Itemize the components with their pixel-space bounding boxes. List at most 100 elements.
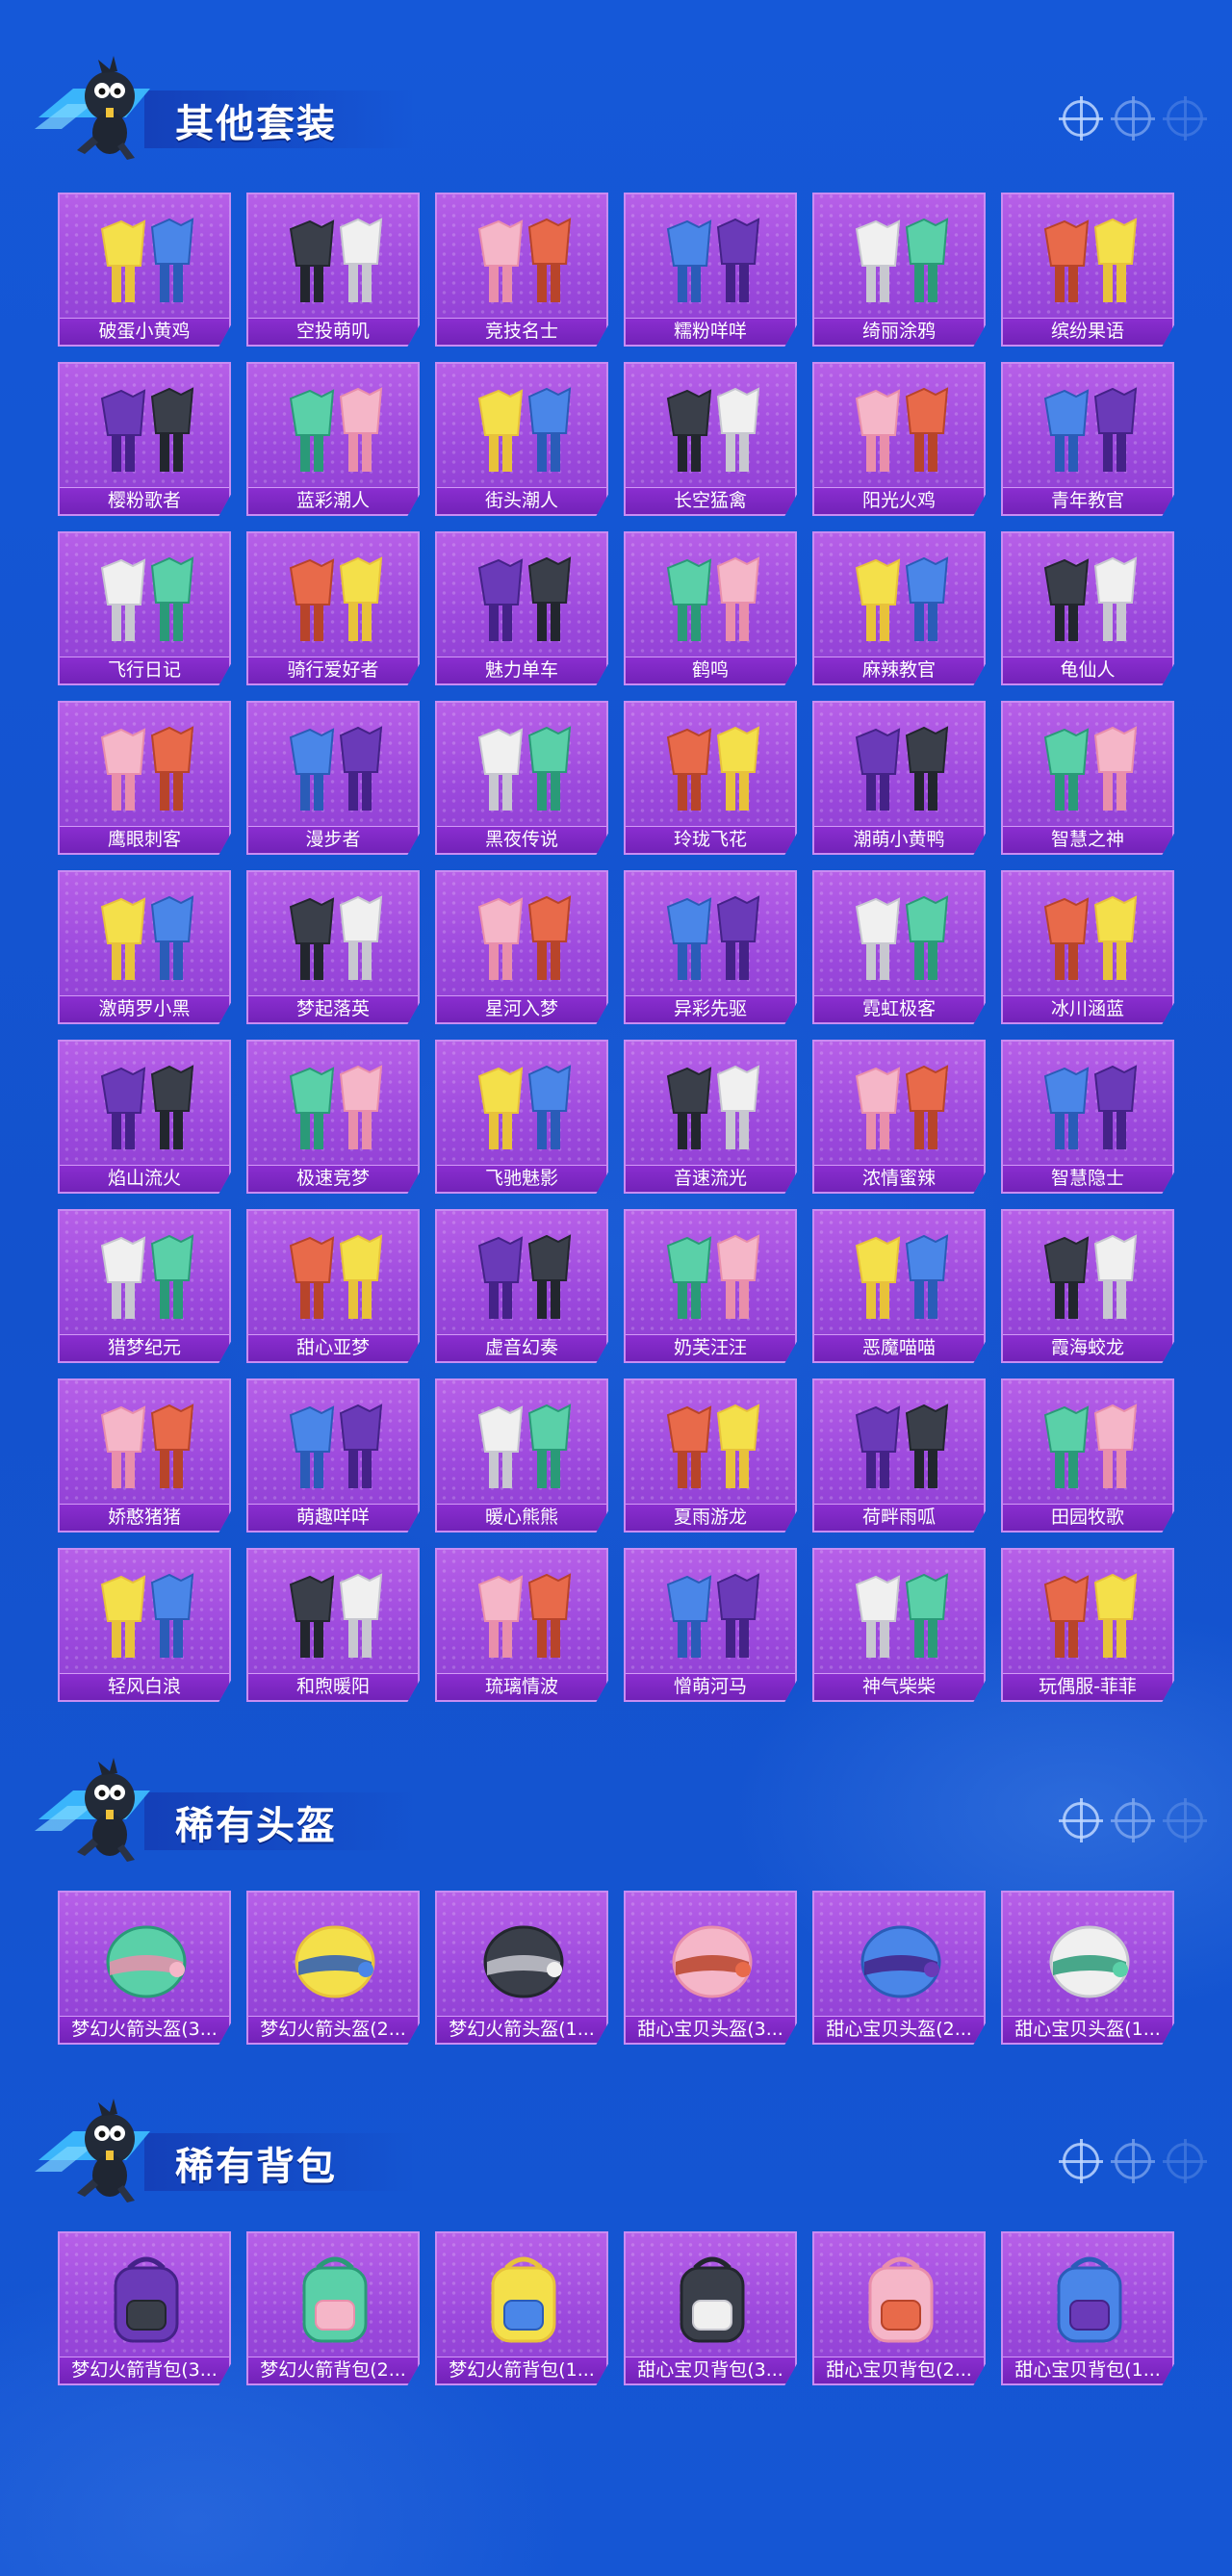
item-name: 玲珑飞花: [626, 826, 795, 853]
outfit-icon: [666, 556, 760, 641]
helmet-icon: [672, 1925, 753, 1998]
item-card[interactable]: 破蛋小黄鸡: [58, 193, 231, 347]
item-card[interactable]: 漫步者: [246, 701, 420, 855]
item-card[interactable]: 娇憨猪猪: [58, 1378, 231, 1533]
item-name: 轻风白浪: [60, 1673, 229, 1700]
item-card[interactable]: 虚音幻奏: [435, 1209, 608, 1363]
item-card[interactable]: 和煦暖阳: [246, 1548, 420, 1702]
item-card[interactable]: 星河入梦: [435, 870, 608, 1024]
crosshair-icon: [1163, 1798, 1207, 1842]
item-card[interactable]: 甜心宝贝背包(2...: [812, 2231, 986, 2385]
item-name: 梦幻火箭头盔(1...: [437, 2016, 606, 2043]
item-card[interactable]: 梦幻火箭头盔(1...: [435, 1891, 608, 2045]
item-card[interactable]: 蓝彩潮人: [246, 362, 420, 516]
item-card[interactable]: 浓情蜜辣: [812, 1040, 986, 1194]
item-card[interactable]: 魅力单车: [435, 531, 608, 685]
item-card[interactable]: 竞技名士: [435, 193, 608, 347]
helmet-grid: 梦幻火箭头盔(3... 梦幻火箭头盔(2... 梦幻火箭头盔(1... 甜心宝贝头盔(…: [58, 1891, 1174, 2045]
outfit-icon: [477, 895, 572, 980]
item-name: 梦幻火箭背包(2...: [248, 2357, 418, 2383]
item-card[interactable]: 甜心宝贝背包(1...: [1001, 2231, 1174, 2385]
item-card[interactable]: 长空猛禽: [624, 362, 797, 516]
section-outfits: 其他套装 破蛋小黄鸡 空投萌叽 竞技名士 糯粉咩咩 绮丽涂鸦 缤纷果语樱粉歌者 蓝彩潮人 街头…: [0, 0, 1232, 1702]
item-card[interactable]: 田园牧歌: [1001, 1378, 1174, 1533]
item-card[interactable]: 音速流光: [624, 1040, 797, 1194]
item-card[interactable]: 麻辣教官: [812, 531, 986, 685]
outfit-icon: [1043, 1234, 1138, 1319]
item-card[interactable]: 暖心熊熊: [435, 1378, 608, 1533]
item-card[interactable]: 智慧之神: [1001, 701, 1174, 855]
outfit-icon: [855, 1573, 949, 1658]
item-card[interactable]: 夏雨游龙: [624, 1378, 797, 1533]
outfit-icon: [289, 1404, 383, 1488]
item-card[interactable]: 梦幻火箭背包(3...: [58, 2231, 231, 2385]
item-card[interactable]: 鹰眼刺客: [58, 701, 231, 855]
item-card[interactable]: 霞海蛟龙: [1001, 1209, 1174, 1363]
item-card[interactable]: 潮萌小黄鸭: [812, 701, 986, 855]
item-card[interactable]: 甜心亚梦: [246, 1209, 420, 1363]
item-card[interactable]: 樱粉歌者: [58, 362, 231, 516]
item-name: 鹰眼刺客: [60, 826, 229, 853]
item-card[interactable]: 猎梦纪元: [58, 1209, 231, 1363]
item-card[interactable]: 街头潮人: [435, 362, 608, 516]
header-decoration: [1059, 1798, 1207, 1842]
item-card[interactable]: 飞驰魅影: [435, 1040, 608, 1194]
section-title: 其他套装: [175, 102, 337, 146]
item-card[interactable]: 激萌罗小黑: [58, 870, 231, 1024]
item-card[interactable]: 憎萌河马: [624, 1548, 797, 1702]
item-card[interactable]: 恶魔喵喵: [812, 1209, 986, 1363]
item-card[interactable]: 荷畔雨呱: [812, 1378, 986, 1533]
item-card[interactable]: 焰山流火: [58, 1040, 231, 1194]
item-card[interactable]: 黑夜传说: [435, 701, 608, 855]
item-name: 长空猛禽: [626, 487, 795, 514]
item-card[interactable]: 阳光火鸡: [812, 362, 986, 516]
item-card[interactable]: 梦幻火箭背包(1...: [435, 2231, 608, 2385]
item-card[interactable]: 空投萌叽: [246, 193, 420, 347]
item-card[interactable]: 霓虹极客: [812, 870, 986, 1024]
item-card[interactable]: 青年教官: [1001, 362, 1174, 516]
section-helmets: 稀有头盔 梦幻火箭头盔(3... 梦幻火箭头盔(2... 梦幻火箭头盔(1... 甜心…: [0, 1700, 1232, 2045]
outfit-icon: [477, 1404, 572, 1488]
outfit-icon: [477, 218, 572, 302]
item-name: 飞驰魅影: [437, 1165, 606, 1192]
item-card[interactable]: 智慧隐士: [1001, 1040, 1174, 1194]
item-card[interactable]: 甜心宝贝头盔(3...: [624, 1891, 797, 2045]
outfit-icon: [855, 556, 949, 641]
item-card[interactable]: 玩偶服-菲菲: [1001, 1548, 1174, 1702]
item-card[interactable]: 鹤鸣: [624, 531, 797, 685]
outfit-icon: [477, 387, 572, 472]
item-name: 甜心宝贝背包(3...: [626, 2357, 795, 2383]
item-name: 梦幻火箭背包(3...: [60, 2357, 229, 2383]
item-card[interactable]: 甜心宝贝头盔(1...: [1001, 1891, 1174, 2045]
item-card[interactable]: 甜心宝贝头盔(2...: [812, 1891, 986, 2045]
item-card[interactable]: 缤纷果语: [1001, 193, 1174, 347]
crosshair-icon: [1059, 1798, 1103, 1842]
item-card[interactable]: 龟仙人: [1001, 531, 1174, 685]
item-card[interactable]: 糯粉咩咩: [624, 193, 797, 347]
section-title: 稀有头盔: [175, 1804, 337, 1848]
item-card[interactable]: 异彩先驱: [624, 870, 797, 1024]
item-card[interactable]: 梦起落英: [246, 870, 420, 1024]
item-card[interactable]: 极速竞梦: [246, 1040, 420, 1194]
item-card[interactable]: 神气柴柴: [812, 1548, 986, 1702]
item-name: 霞海蛟龙: [1003, 1334, 1172, 1361]
helmet-icon: [1049, 1925, 1130, 1998]
item-name: 梦起落英: [248, 995, 418, 1022]
item-name: 激萌罗小黑: [60, 995, 229, 1022]
item-card[interactable]: 轻风白浪: [58, 1548, 231, 1702]
item-card[interactable]: 琉璃情波: [435, 1548, 608, 1702]
item-card[interactable]: 奶芙汪汪: [624, 1209, 797, 1363]
item-card[interactable]: 骑行爱好者: [246, 531, 420, 685]
item-card[interactable]: 梦幻火箭头盔(3...: [58, 1891, 231, 2045]
item-card[interactable]: 飞行日记: [58, 531, 231, 685]
item-card[interactable]: 甜心宝贝背包(3...: [624, 2231, 797, 2385]
item-card[interactable]: 玲珑飞花: [624, 701, 797, 855]
item-card[interactable]: 绮丽涂鸦: [812, 193, 986, 347]
item-card[interactable]: 梦幻火箭背包(2...: [246, 2231, 420, 2385]
item-card[interactable]: 梦幻火箭头盔(2...: [246, 1891, 420, 2045]
item-card[interactable]: 冰川涵蓝: [1001, 870, 1174, 1024]
item-card[interactable]: 萌趣咩咩: [246, 1378, 420, 1533]
outfit-icon: [477, 1573, 572, 1658]
item-name: 夏雨游龙: [626, 1504, 795, 1531]
item-name: 竞技名士: [437, 318, 606, 345]
